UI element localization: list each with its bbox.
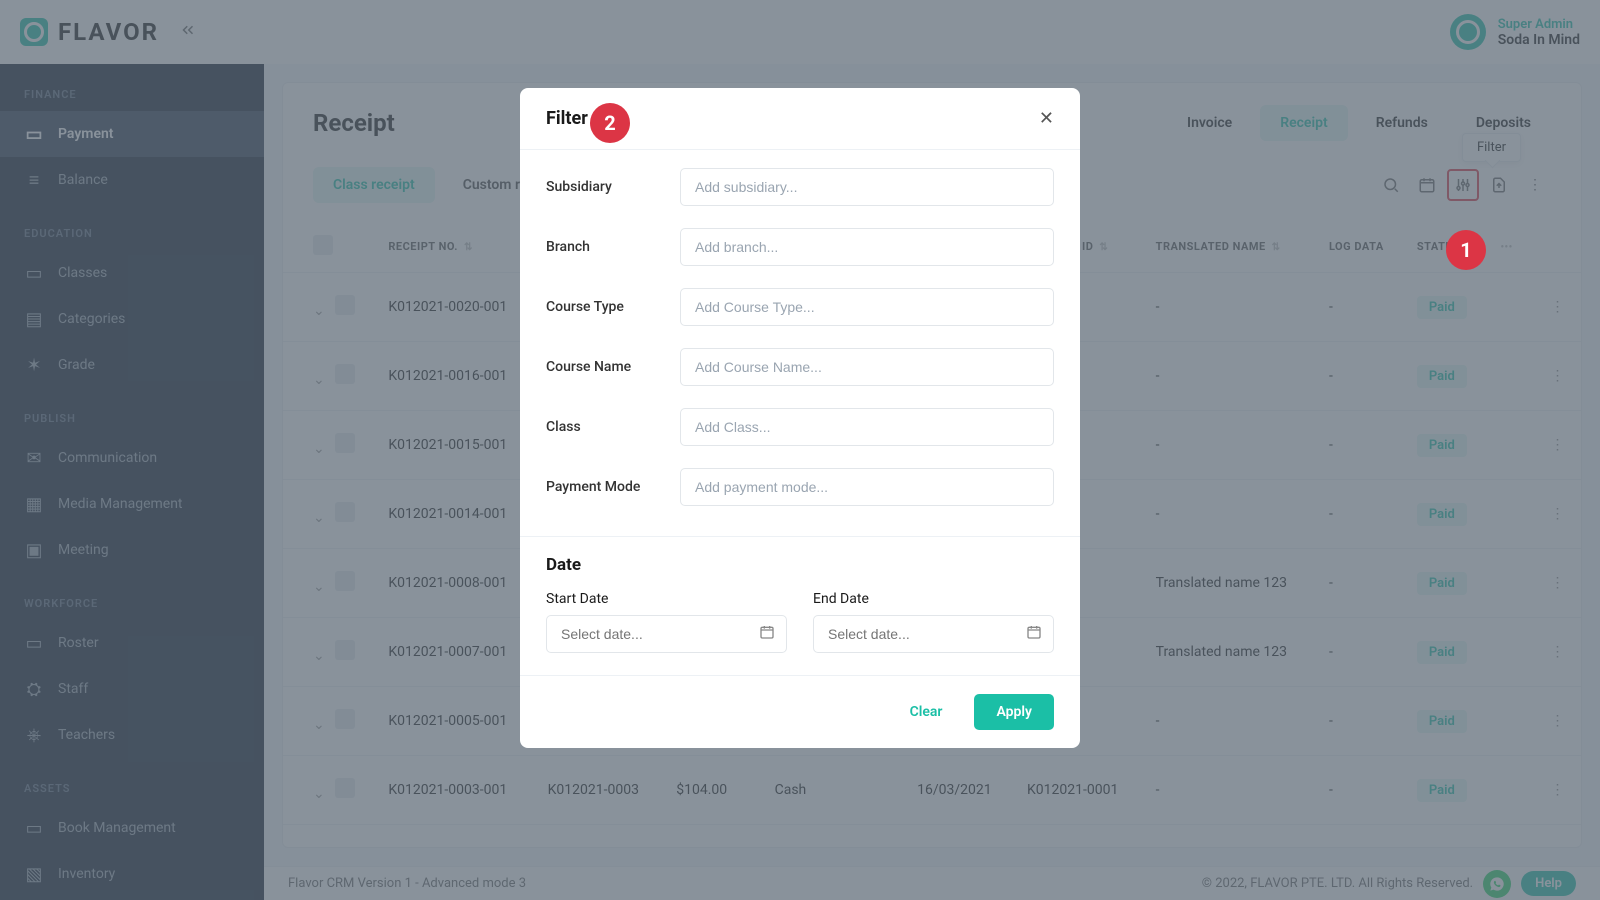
field-label: Class xyxy=(546,419,680,435)
annotation-callout-2: 2 xyxy=(590,103,630,143)
field-label: Course Type xyxy=(546,299,680,315)
modal-title: Filter xyxy=(546,108,588,129)
date-section-title: Date xyxy=(520,536,1080,581)
field-label: Branch xyxy=(546,239,680,255)
close-icon[interactable]: ✕ xyxy=(1039,108,1054,129)
course-type-input[interactable] xyxy=(680,288,1054,326)
course-name-input[interactable] xyxy=(680,348,1054,386)
annotation-callout-1: 1 xyxy=(1446,230,1486,270)
field-label: Payment Mode xyxy=(546,479,680,495)
clear-button[interactable]: Clear xyxy=(892,694,961,730)
field-label: Course Name xyxy=(546,359,680,375)
class-input[interactable] xyxy=(680,408,1054,446)
end-date-label: End Date xyxy=(813,591,1054,607)
subsidiary-input[interactable] xyxy=(680,168,1054,206)
start-date-label: Start Date xyxy=(546,591,787,607)
calendar-icon xyxy=(1026,624,1042,644)
payment-mode-input[interactable] xyxy=(680,468,1054,506)
modal-overlay[interactable]: Filter ✕ Subsidiary Branch Course Type C… xyxy=(0,0,1600,900)
filter-modal: Filter ✕ Subsidiary Branch Course Type C… xyxy=(520,88,1080,748)
start-date-input[interactable] xyxy=(546,615,787,653)
branch-input[interactable] xyxy=(680,228,1054,266)
apply-button[interactable]: Apply xyxy=(974,694,1054,730)
calendar-icon xyxy=(759,624,775,644)
field-label: Subsidiary xyxy=(546,179,680,195)
end-date-input[interactable] xyxy=(813,615,1054,653)
